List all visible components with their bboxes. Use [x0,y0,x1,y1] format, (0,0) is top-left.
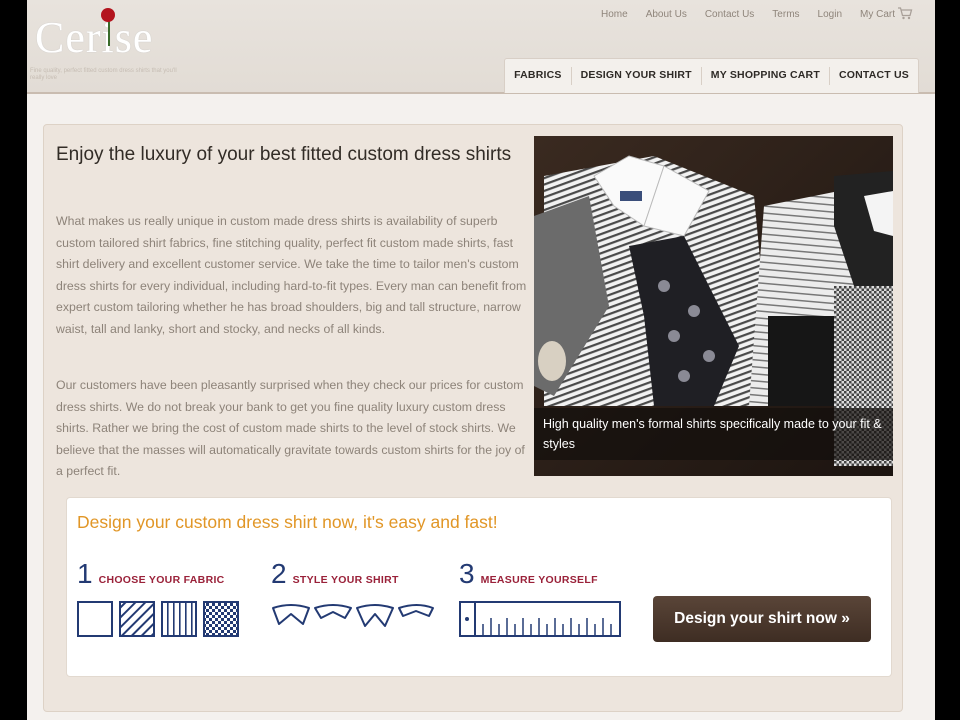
tab-design-your-shirt[interactable]: DESIGN YOUR SHIRT [572,59,701,93]
nav-my-cart[interactable]: My Cart [860,9,895,20]
site-header: Cerise Fine quality, perfect fitted cust… [27,0,935,94]
step-number: 1 [77,558,93,589]
tagline: Fine quality, perfect fitted custom dres… [30,68,177,81]
page: Cerise Fine quality, perfect fitted cust… [27,0,935,720]
fabric-swatches-icon [77,601,239,637]
collar-styles-icon [272,604,434,627]
design-your-shirt-button[interactable]: Design your shirt now » [653,596,871,642]
step-label: MEASURE YOURSELF [480,574,598,586]
tab-contact-us[interactable]: CONTACT US [830,59,918,93]
tab-my-shopping-cart[interactable]: MY SHOPPING CART [702,59,829,93]
step-label: STYLE YOUR SHIRT [292,574,399,586]
cart-icon[interactable] [897,6,913,20]
step-number: 3 [459,558,475,589]
step-number: 2 [271,558,287,589]
tab-fabrics[interactable]: FABRICS [505,59,571,93]
step-1: 1 CHOOSE YOUR FABRIC [77,558,225,590]
intro-title: Enjoy the luxury of your best fitted cus… [56,144,512,165]
photo-caption: High quality men's formal shirts specifi… [534,408,893,460]
step-label: CHOOSE YOUR FABRIC [98,574,225,586]
logo-text: Cerise [35,13,154,62]
intro-paragraph-1: What makes us really unique in custom ma… [56,214,527,336]
cherry-stem-icon [108,20,110,46]
content-card: Enjoy the luxury of your best fitted cus… [43,124,903,712]
top-nav: Home About Us Contact Us Terms Login My … [601,9,917,20]
design-title: Design your custom dress shirt now, it's… [77,512,498,532]
nav-terms[interactable]: Terms [772,9,799,20]
shirts-photo: High quality men's formal shirts specifi… [534,136,893,476]
logo[interactable]: Cerise [35,8,154,63]
nav-login[interactable]: Login [818,9,842,20]
cherry-icon [101,8,115,22]
nav-about-us[interactable]: About Us [646,9,687,20]
nav-contact-us[interactable]: Contact Us [705,9,754,20]
step-3: 3 MEASURE YOURSELF [459,558,598,590]
measuring-tape-icon [459,601,621,637]
nav-home[interactable]: Home [601,9,628,20]
intro-paragraph-2: Our customers have been pleasantly surpr… [56,378,525,478]
step-2: 2 STYLE YOUR SHIRT [271,558,399,590]
design-box: Design your custom dress shirt now, it's… [66,497,892,677]
main-nav: FABRICS DESIGN YOUR SHIRT MY SHOPPING CA… [504,58,919,93]
